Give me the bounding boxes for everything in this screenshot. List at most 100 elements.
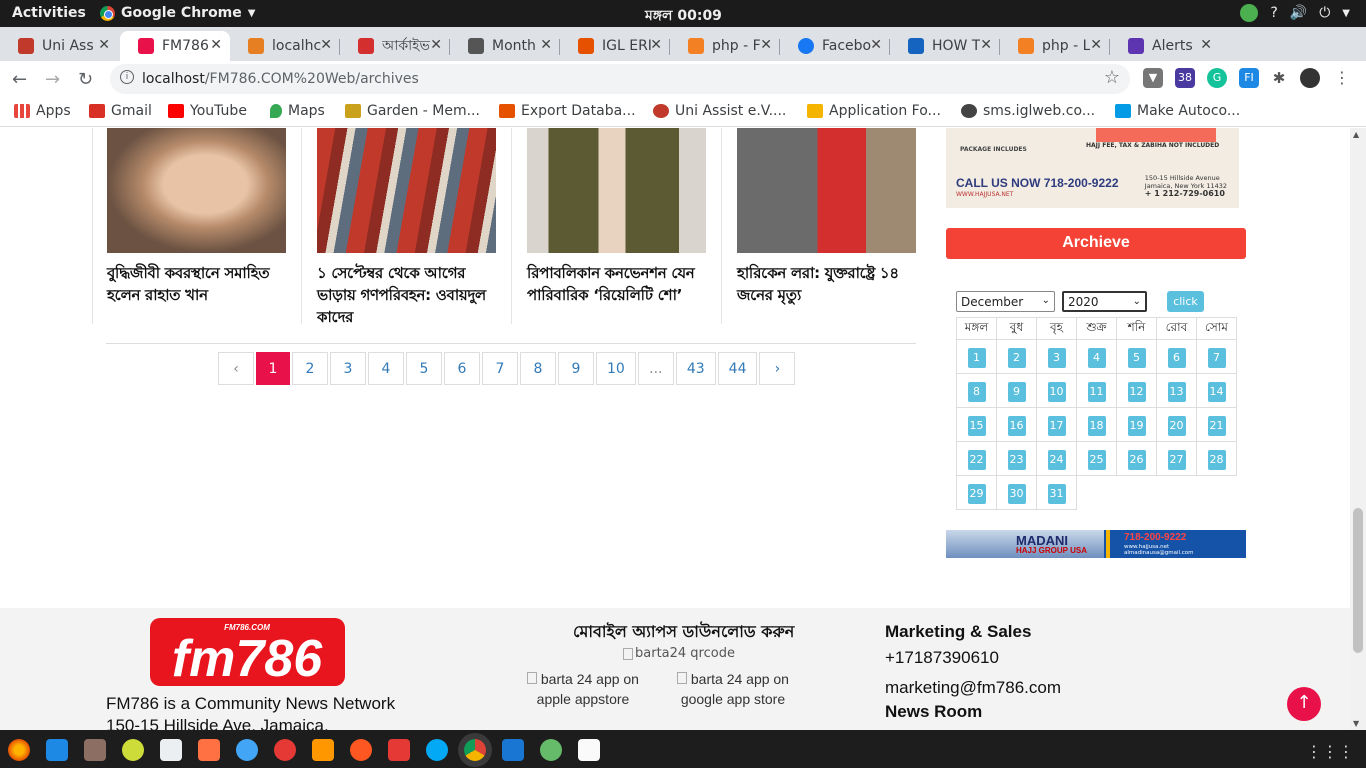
help-icon[interactable]: [236, 739, 258, 761]
marketing-email[interactable]: marketing@fm786.com: [885, 678, 1061, 698]
grammarly-icon[interactable]: G: [1207, 68, 1227, 88]
pagination-prev[interactable]: ‹: [218, 352, 254, 385]
pagination-page[interactable]: 44: [717, 352, 758, 385]
news-title[interactable]: রিপাবলিকান কনভেনশন যেন পারিবারিক ‘রিয়েল…: [527, 262, 717, 306]
calendar-day[interactable]: 12: [1127, 381, 1146, 402]
pagination-page[interactable]: 7: [482, 352, 518, 385]
news-title[interactable]: বুদ্ধিজীবী কবরস্থানে সমাহিত হলেন রাহাত খ…: [107, 262, 297, 306]
calendar-day[interactable]: 9: [1007, 381, 1026, 402]
calendar-day[interactable]: 25: [1087, 449, 1106, 470]
bookmark-application-form[interactable]: Application Fo...: [807, 103, 941, 119]
tab-active[interactable]: FM786 ✕: [120, 31, 230, 61]
tab[interactable]: php - F ✕: [670, 31, 780, 61]
page-scrollbar[interactable]: ▲ ▼: [1350, 128, 1366, 730]
pagination-page[interactable]: 5: [406, 352, 442, 385]
chrome-icon[interactable]: [464, 739, 486, 761]
power-icon[interactable]: ⏻: [1319, 5, 1330, 21]
address-bar[interactable]: i localhost/FM786.COM%20Web/archives ☆: [110, 64, 1130, 94]
year-select[interactable]: 2020 ⌄: [1062, 291, 1147, 312]
extensions-puzzle-icon[interactable]: ✱: [1269, 68, 1289, 88]
calendar-day[interactable]: 16: [1007, 415, 1026, 436]
pagination-page[interactable]: 6: [444, 352, 480, 385]
calendar-day[interactable]: 14: [1207, 381, 1226, 402]
extension-icon[interactable]: ▼: [1143, 68, 1163, 88]
rhythmbox-icon[interactable]: [122, 739, 144, 761]
calendar-day[interactable]: 27: [1167, 449, 1186, 470]
tab[interactable]: php - L ✕: [1000, 31, 1110, 61]
calendar-day[interactable]: 26: [1127, 449, 1146, 470]
calendar-day[interactable]: 7: [1207, 347, 1226, 368]
clock[interactable]: মঙ্গল 00:09: [645, 4, 722, 28]
extension-icon[interactable]: FI: [1239, 68, 1259, 88]
bookmark-export-database[interactable]: Export Databa...: [499, 103, 636, 119]
text-editor-icon[interactable]: [578, 739, 600, 761]
software-center-icon[interactable]: [198, 739, 220, 761]
calendar-day[interactable]: 5: [1127, 347, 1146, 368]
bookmark-maps[interactable]: Maps: [270, 103, 325, 119]
archive-go-button[interactable]: click: [1167, 291, 1204, 312]
news-image[interactable]: [527, 128, 706, 253]
madani-ad-banner[interactable]: MADANI HAJJ GROUP USA 718-200-9222 www.h…: [946, 530, 1246, 558]
menu-kebab-icon[interactable]: ⋮: [1332, 68, 1352, 88]
bookmark-make-autocomplete[interactable]: Make Autoco...: [1115, 103, 1240, 119]
calendar-day[interactable]: 31: [1047, 483, 1066, 504]
pagination-page[interactable]: 10: [596, 352, 636, 385]
news-title[interactable]: ১ সেপ্টেম্বর থেকে আগের ভাড়ায় গণপরিবহন:…: [317, 262, 507, 328]
chevron-down-icon[interactable]: ▼: [1342, 8, 1350, 19]
scroll-to-top-button[interactable]: ↑: [1287, 687, 1321, 721]
tab[interactable]: Facebo ✕: [780, 31, 890, 61]
apple-store-link[interactable]: barta 24 app on apple appstore: [527, 669, 639, 709]
tab[interactable]: localhc ✕: [230, 31, 340, 61]
system-tray[interactable]: ? 🔊 ⏻ ▼: [1240, 4, 1350, 22]
bookmark-star-icon[interactable]: ☆: [1104, 67, 1120, 88]
news-card[interactable]: বুদ্ধিজীবী কবরস্থানে সমাহিত হলেন রাহাত খ…: [107, 128, 317, 324]
tab[interactable]: HOW T ✕: [890, 31, 1000, 61]
calendar-day[interactable]: 1: [967, 347, 986, 368]
firefox-icon[interactable]: [8, 739, 30, 761]
news-card[interactable]: ১ সেপ্টেম্বর থেকে আগের ভাড়ায় গণপরিবহন:…: [317, 128, 527, 326]
google-store-link[interactable]: barta 24 app on google app store: [677, 669, 789, 709]
close-icon[interactable]: ✕: [210, 37, 222, 53]
reload-button[interactable]: ↻: [78, 69, 93, 90]
app-menu[interactable]: Google Chrome ▼: [100, 5, 255, 21]
month-select[interactable]: December ⌄: [956, 291, 1055, 312]
vscode-icon[interactable]: [502, 739, 524, 761]
pagination-page[interactable]: 43: [675, 352, 716, 385]
help-icon[interactable]: ?: [1270, 5, 1277, 21]
libreoffice-writer-icon[interactable]: [160, 739, 182, 761]
sublime-text-icon[interactable]: [312, 739, 334, 761]
close-icon[interactable]: ✕: [650, 37, 662, 53]
news-image[interactable]: [737, 128, 916, 253]
bookmark-garden[interactable]: Garden - Mem...: [345, 103, 480, 119]
calendar-day[interactable]: 2: [1007, 347, 1026, 368]
network-icon[interactable]: [540, 739, 562, 761]
close-icon[interactable]: ✕: [430, 37, 442, 53]
calendar-day[interactable]: 3: [1047, 347, 1066, 368]
close-icon[interactable]: ✕: [540, 37, 552, 53]
tab[interactable]: Alerts ✕: [1110, 31, 1220, 61]
marketing-phone[interactable]: +17187390610: [885, 648, 1061, 668]
bookmark-gmail[interactable]: Gmail: [89, 103, 152, 119]
calendar-day[interactable]: 8: [967, 381, 986, 402]
news-card[interactable]: রিপাবলিকান কনভেনশন যেন পারিবারিক ‘রিয়েল…: [527, 128, 737, 324]
calendar-day[interactable]: 17: [1047, 415, 1066, 436]
files-icon[interactable]: [84, 739, 106, 761]
pagination-next[interactable]: ›: [759, 352, 796, 385]
skype-icon[interactable]: [426, 739, 448, 761]
pagination-page[interactable]: 1: [256, 352, 290, 385]
update-icon[interactable]: [1240, 4, 1259, 22]
close-icon[interactable]: ✕: [760, 37, 772, 53]
pagination-page[interactable]: 4: [368, 352, 404, 385]
scroll-down-icon[interactable]: ▼: [1353, 719, 1359, 728]
url-text[interactable]: localhost/FM786.COM%20Web/archives: [142, 71, 419, 87]
calendar-day[interactable]: 13: [1167, 381, 1186, 402]
close-icon[interactable]: ✕: [1200, 37, 1212, 53]
bookmark-youtube[interactable]: YouTube: [168, 103, 247, 119]
pagination-page[interactable]: 9: [558, 352, 594, 385]
calendar-day[interactable]: 30: [1007, 483, 1026, 504]
calendar-day[interactable]: 10: [1047, 381, 1066, 402]
calendar-day[interactable]: 6: [1167, 347, 1186, 368]
bookmark-sms-iglweb[interactable]: sms.iglweb.co...: [961, 103, 1095, 119]
calendar-day[interactable]: 24: [1047, 449, 1066, 470]
forward-button[interactable]: →: [45, 69, 60, 90]
